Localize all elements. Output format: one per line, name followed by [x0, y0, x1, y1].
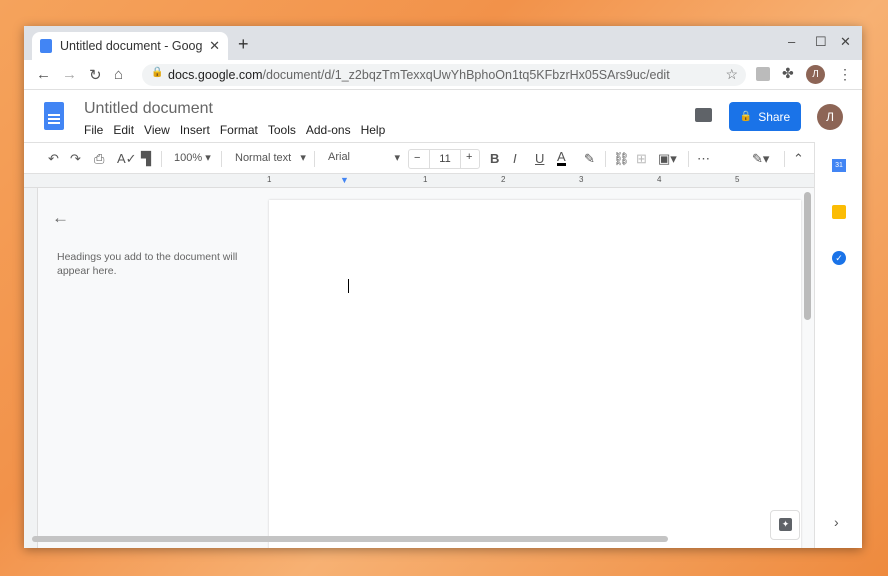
underline-icon[interactable]: U [535, 151, 544, 166]
docs-favicon-icon [40, 39, 52, 53]
lock-icon: 🔒 [739, 111, 753, 122]
hide-menus-icon[interactable]: ⌃ [793, 151, 804, 167]
font-value: Arial [328, 151, 351, 163]
ruler-label: 3 [579, 175, 584, 184]
editing-mode-icon[interactable]: ✎▾ [752, 151, 769, 167]
account-avatar[interactable]: Л [817, 104, 843, 130]
outline-empty-text: Headings you add to the document will ap… [57, 251, 238, 277]
menu-tools[interactable]: Tools [268, 123, 296, 137]
menu-help[interactable]: Help [361, 123, 386, 137]
ruler-label: 2 [501, 175, 506, 184]
font-size-stepper: − 11 + [408, 149, 480, 169]
document-outline: ← Headings you add to the document will … [38, 188, 269, 548]
indent-marker-icon[interactable]: ▼ [340, 175, 349, 185]
ruler-label: 4 [657, 175, 662, 184]
expand-side-panel-icon[interactable]: › [834, 514, 839, 530]
explore-icon: ✦ [779, 518, 792, 531]
font-select[interactable]: Arial ▾ [328, 151, 400, 164]
style-select[interactable]: Normal text ▾ [235, 151, 306, 164]
menu-add-ons[interactable]: Add-ons [306, 123, 351, 137]
text-color-icon[interactable]: A [557, 150, 566, 166]
side-panel: 31 ✓ › [814, 142, 862, 548]
zoom-select[interactable]: 100% ▾ [174, 151, 211, 164]
new-tab-button[interactable]: + [238, 34, 249, 55]
redo-icon[interactable]: ↷ [70, 151, 81, 167]
tab-title: Untitled document - Goog [60, 39, 203, 53]
more-icon[interactable]: ⋯ [697, 151, 710, 167]
browser-tab[interactable]: Untitled document - Goog ✕ [32, 32, 228, 60]
highlight-icon[interactable]: ✎ [584, 151, 595, 167]
maximize-button[interactable]: ☐ [815, 34, 827, 50]
menu-insert[interactable]: Insert [180, 123, 210, 137]
style-value: Normal text [235, 152, 292, 164]
horizontal-ruler[interactable]: 1 ▼ 1 2 3 4 5 [24, 174, 814, 188]
comments-icon[interactable] [695, 108, 712, 122]
menu-format[interactable]: Format [220, 123, 258, 137]
url-input[interactable]: 🔒 docs.google.com/document/d/1_z2bqzTmTe… [142, 64, 746, 86]
close-outline-arrow-icon[interactable]: ← [52, 208, 69, 228]
browser-window: Untitled document - Goog ✕ + – ☐ ✕ ← → ↻… [24, 26, 862, 548]
spellcheck-icon[interactable]: A✓ [117, 151, 137, 167]
vertical-scrollbar[interactable] [804, 192, 811, 320]
url-path: /document/d/1_z2bqzTmTexxqUwYhBphoOn1tq5… [262, 68, 670, 82]
forward-button[interactable]: → [62, 66, 77, 83]
font-size-input[interactable]: 11 [429, 150, 461, 168]
docs-header: Untitled document File Edit View Insert … [24, 90, 862, 142]
print-icon[interactable]: ⎙ [94, 151, 104, 167]
back-button[interactable]: ← [36, 66, 51, 83]
bookmark-star-icon[interactable]: ☆ [725, 66, 738, 83]
share-label: Share [758, 109, 791, 124]
zoom-value: 100% [174, 152, 203, 164]
ruler-label: 5 [735, 175, 740, 184]
bold-icon[interactable]: B [490, 151, 499, 166]
add-comment-icon[interactable]: ⊞ [636, 151, 647, 167]
minimize-button[interactable]: – [788, 34, 795, 49]
increase-font-size-button[interactable]: + [466, 151, 472, 163]
close-window-button[interactable]: ✕ [840, 34, 851, 50]
text-cursor [348, 279, 349, 293]
insert-link-icon[interactable]: ⛓ [613, 151, 630, 167]
formatting-toolbar: ↶ ↷ ⎙ A✓ ▜ 100% ▾ Normal text ▾ Arial ▾ −… [24, 142, 814, 174]
tasks-icon[interactable]: ✓ [832, 251, 846, 265]
share-button[interactable]: 🔒 Share [729, 102, 801, 131]
browser-menu-icon[interactable]: ⋮ [838, 66, 852, 83]
menu-bar: File Edit View Insert Format Tools Add-o… [84, 123, 385, 137]
decrease-font-size-button[interactable]: − [414, 152, 420, 164]
close-tab-icon[interactable]: ✕ [209, 38, 220, 54]
url-domain: docs.google.com [168, 68, 263, 82]
document-title[interactable]: Untitled document [84, 100, 213, 118]
calendar-icon[interactable]: 31 [832, 159, 846, 172]
lock-icon: 🔒 [151, 67, 164, 78]
document-page[interactable] [269, 200, 801, 548]
document-canvas [269, 188, 814, 548]
insert-image-icon[interactable]: ▣▾ [658, 151, 677, 167]
explore-button[interactable]: ✦ [770, 510, 800, 540]
menu-view[interactable]: View [144, 123, 170, 137]
paint-format-icon[interactable]: ▜ [141, 151, 151, 167]
undo-icon[interactable]: ↶ [48, 151, 59, 167]
keep-icon[interactable] [832, 205, 846, 219]
menu-file[interactable]: File [84, 123, 103, 137]
ruler-label: 1 [267, 175, 272, 184]
vertical-ruler [24, 188, 38, 548]
italic-icon[interactable]: I [513, 151, 517, 166]
horizontal-scrollbar[interactable] [32, 536, 668, 542]
home-button[interactable]: ⌂ [114, 66, 123, 83]
tab-bar: Untitled document - Goog ✕ + – ☐ ✕ [24, 26, 862, 60]
menu-edit[interactable]: Edit [113, 123, 134, 137]
puzzle-extensions-icon[interactable]: ✤ [782, 65, 794, 82]
reload-button[interactable]: ↻ [89, 66, 102, 84]
profile-avatar[interactable]: Л [806, 65, 825, 84]
docs-logo-icon[interactable] [44, 102, 64, 130]
extension-icon[interactable] [756, 67, 770, 81]
ruler-label: 1 [423, 175, 428, 184]
address-bar-row: ← → ↻ ⌂ 🔒 docs.google.com/document/d/1_z… [24, 60, 862, 90]
